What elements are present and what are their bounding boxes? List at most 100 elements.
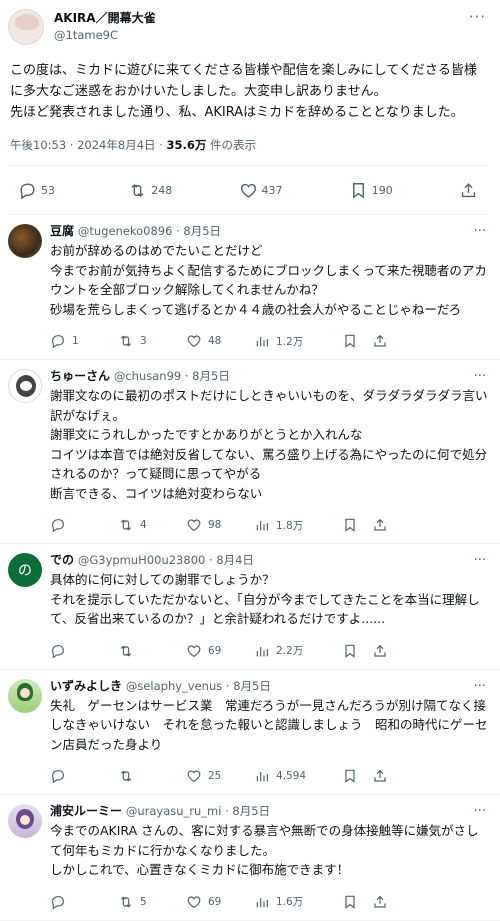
share-button[interactable] xyxy=(372,643,388,659)
like-button[interactable]: 69 xyxy=(186,643,254,659)
post-timestamp[interactable]: 午後10:53 · 2024年8月4日 · xyxy=(10,138,166,152)
reply-author-handle[interactable]: @urayasu_ru_mi xyxy=(126,804,222,818)
views-chart-icon xyxy=(254,333,270,349)
reply-header: 豆腐 @tugeneko0896 · 8月5日 ··· xyxy=(50,223,490,240)
repost-button[interactable]: 4 xyxy=(118,517,186,533)
repost-button[interactable] xyxy=(118,643,186,659)
repost-button[interactable]: 5 xyxy=(118,894,186,910)
reply-icon xyxy=(18,181,37,200)
reply-author-name[interactable]: での xyxy=(50,553,74,567)
reply-button[interactable] xyxy=(50,894,118,910)
reply-date[interactable]: · 8月5日 xyxy=(172,224,221,238)
like-button[interactable]: 69 xyxy=(186,894,254,910)
reply-date[interactable]: · 8月5日 xyxy=(221,804,270,818)
repost-button[interactable] xyxy=(118,768,186,784)
reply-button[interactable] xyxy=(50,517,118,533)
heart-icon xyxy=(186,333,202,349)
reply-author-handle[interactable]: @selaphy_venus xyxy=(126,679,222,693)
reply-icon xyxy=(50,333,66,349)
views-button[interactable]: 1.6万 xyxy=(254,894,324,910)
reply-text-line: お前が辞めるのはめでたいことだけど xyxy=(50,243,263,258)
views-button[interactable]: 4,594 xyxy=(254,768,324,784)
avatar[interactable] xyxy=(8,369,42,403)
reply-author-handle[interactable]: @chusan99 xyxy=(114,369,181,383)
share-button[interactable] xyxy=(372,333,388,349)
reply-text-line: 今までのAKIRA さんの、客に対する暴言や無断での身体接触等に嫌気がさして何年… xyxy=(50,823,479,858)
heart-icon xyxy=(186,894,202,910)
views-button[interactable]: 1.8万 xyxy=(254,517,324,533)
reply-button[interactable]: 53 xyxy=(18,181,128,200)
heart-icon xyxy=(186,768,202,784)
more-icon[interactable]: ··· xyxy=(474,368,486,385)
bookmark-button[interactable]: 190 xyxy=(349,181,459,200)
reply-button[interactable]: 1 xyxy=(50,333,118,349)
reply-date[interactable]: · 8月5日 xyxy=(222,679,271,693)
share-button[interactable] xyxy=(459,181,478,200)
reply-post[interactable]: の での @G3ypmuH00u23800 · 8月4日 ··· 具体的に何に対… xyxy=(0,544,500,670)
bookmark-button[interactable] xyxy=(342,768,372,784)
repost-button[interactable]: 3 xyxy=(118,333,186,349)
post-action-bar: 53 248 437 190 xyxy=(8,165,488,215)
reply-post[interactable]: いずみよしき @selaphy_venus · 8月5日 ··· 失礼 ゲーセン… xyxy=(0,670,500,795)
reply-button[interactable] xyxy=(50,768,118,784)
reply-post[interactable]: 豆腐 @tugeneko0896 · 8月5日 ··· お前が辞めるのはめでたい… xyxy=(0,215,500,360)
like-button[interactable]: 437 xyxy=(239,181,349,200)
reply-author-handle[interactable]: @tugeneko0896 xyxy=(78,224,173,238)
repost-icon xyxy=(128,181,147,200)
reply-date[interactable]: · 8月5日 xyxy=(181,369,230,383)
reply-button[interactable] xyxy=(50,643,118,659)
reply-author-handle[interactable]: @G3ypmuH00u23800 xyxy=(78,553,205,567)
views-button[interactable]: 1.2万 xyxy=(254,333,324,349)
repost-button[interactable]: 248 xyxy=(128,181,238,200)
reply-content: ちゅーさん @chusan99 · 8月5日 ··· 謝罪文なのに最初のポストだ… xyxy=(50,368,490,543)
like-button[interactable]: 25 xyxy=(186,768,254,784)
repost-count: 5 xyxy=(140,895,147,908)
author-display-name[interactable]: AKIRA／開幕大雀 xyxy=(54,10,156,27)
reply-text-line: コイツは本音では絶対反省してない、罵ろ盛り上げる為にやったのに何で処分されるのか… xyxy=(50,446,488,482)
more-icon[interactable]: ··· xyxy=(474,223,486,240)
reply-header: 浦安ルーミー @urayasu_ru_mi · 8月5日 ··· xyxy=(50,803,490,820)
reply-content: いずみよしき @selaphy_venus · 8月5日 ··· 失礼 ゲーセン… xyxy=(50,678,490,795)
more-icon[interactable]: ··· xyxy=(469,8,486,26)
reply-text-line: 謝罪文なのに最初のポストだけにしときゃいいものを、ダラダラダラダラ言い訳がなげぇ… xyxy=(50,388,488,423)
reply-post[interactable]: 浦安ルーミー @urayasu_ru_mi · 8月5日 ··· 今までのAKI… xyxy=(0,795,500,921)
reply-text-line: 断言できる、コイツは絶対変わらない xyxy=(50,485,263,501)
more-icon[interactable]: ··· xyxy=(474,552,486,569)
reply-icon xyxy=(50,643,66,659)
share-button[interactable] xyxy=(372,517,388,533)
reply-icon xyxy=(50,894,66,910)
bookmark-button[interactable] xyxy=(342,517,372,533)
reply-author-name[interactable]: ちゅーさん xyxy=(50,369,110,383)
post-text: この度は、ミカドに遊びに来てくださる皆様や配信を楽しみにしてくださる皆様に多大な… xyxy=(8,60,488,123)
like-button[interactable]: 48 xyxy=(186,333,254,349)
avatar[interactable] xyxy=(8,9,44,45)
avatar[interactable] xyxy=(8,678,42,713)
reply-text-line: 失礼 ゲーセンはサービス業 常連だろうが一見さんだろうが別け隔てなく接しなきゃい… xyxy=(50,697,488,752)
bookmark-button[interactable] xyxy=(342,333,372,349)
views-button[interactable]: 2.2万 xyxy=(254,643,324,659)
reply-author-name[interactable]: いずみよしき xyxy=(50,679,122,693)
avatar[interactable] xyxy=(8,224,42,258)
like-count: 69 xyxy=(208,895,222,908)
author-handle[interactable]: @1tame9C xyxy=(54,27,156,44)
reply-content: での @G3ypmuH00u23800 · 8月4日 ··· 具体的に何に対して… xyxy=(50,552,490,669)
share-button[interactable] xyxy=(372,768,388,784)
avatar[interactable]: の xyxy=(8,553,42,587)
more-icon[interactable]: ··· xyxy=(474,803,486,820)
reply-date[interactable]: · 8月4日 xyxy=(205,553,254,567)
reply-post[interactable]: ちゅーさん @chusan99 · 8月5日 ··· 謝罪文なのに最初のポストだ… xyxy=(0,360,500,544)
avatar[interactable] xyxy=(8,804,42,838)
bookmark-count: 190 xyxy=(371,183,393,197)
like-button[interactable]: 98 xyxy=(186,517,254,533)
bookmark-button[interactable] xyxy=(342,894,372,910)
share-icon xyxy=(459,181,478,200)
reply-author-name[interactable]: 豆腐 xyxy=(50,224,74,238)
repost-icon xyxy=(118,517,134,533)
bookmark-button[interactable] xyxy=(342,643,372,659)
share-button[interactable] xyxy=(372,894,388,910)
reply-count: 1 xyxy=(72,335,79,347)
post-text-line: この度は、ミカドに遊びに来てくださる皆様や配信を楽しみにしてくださる皆様に多大な… xyxy=(10,63,477,99)
reply-author-name[interactable]: 浦安ルーミー xyxy=(50,804,122,818)
views-chart-icon xyxy=(254,768,270,784)
more-icon[interactable]: ··· xyxy=(474,678,486,695)
